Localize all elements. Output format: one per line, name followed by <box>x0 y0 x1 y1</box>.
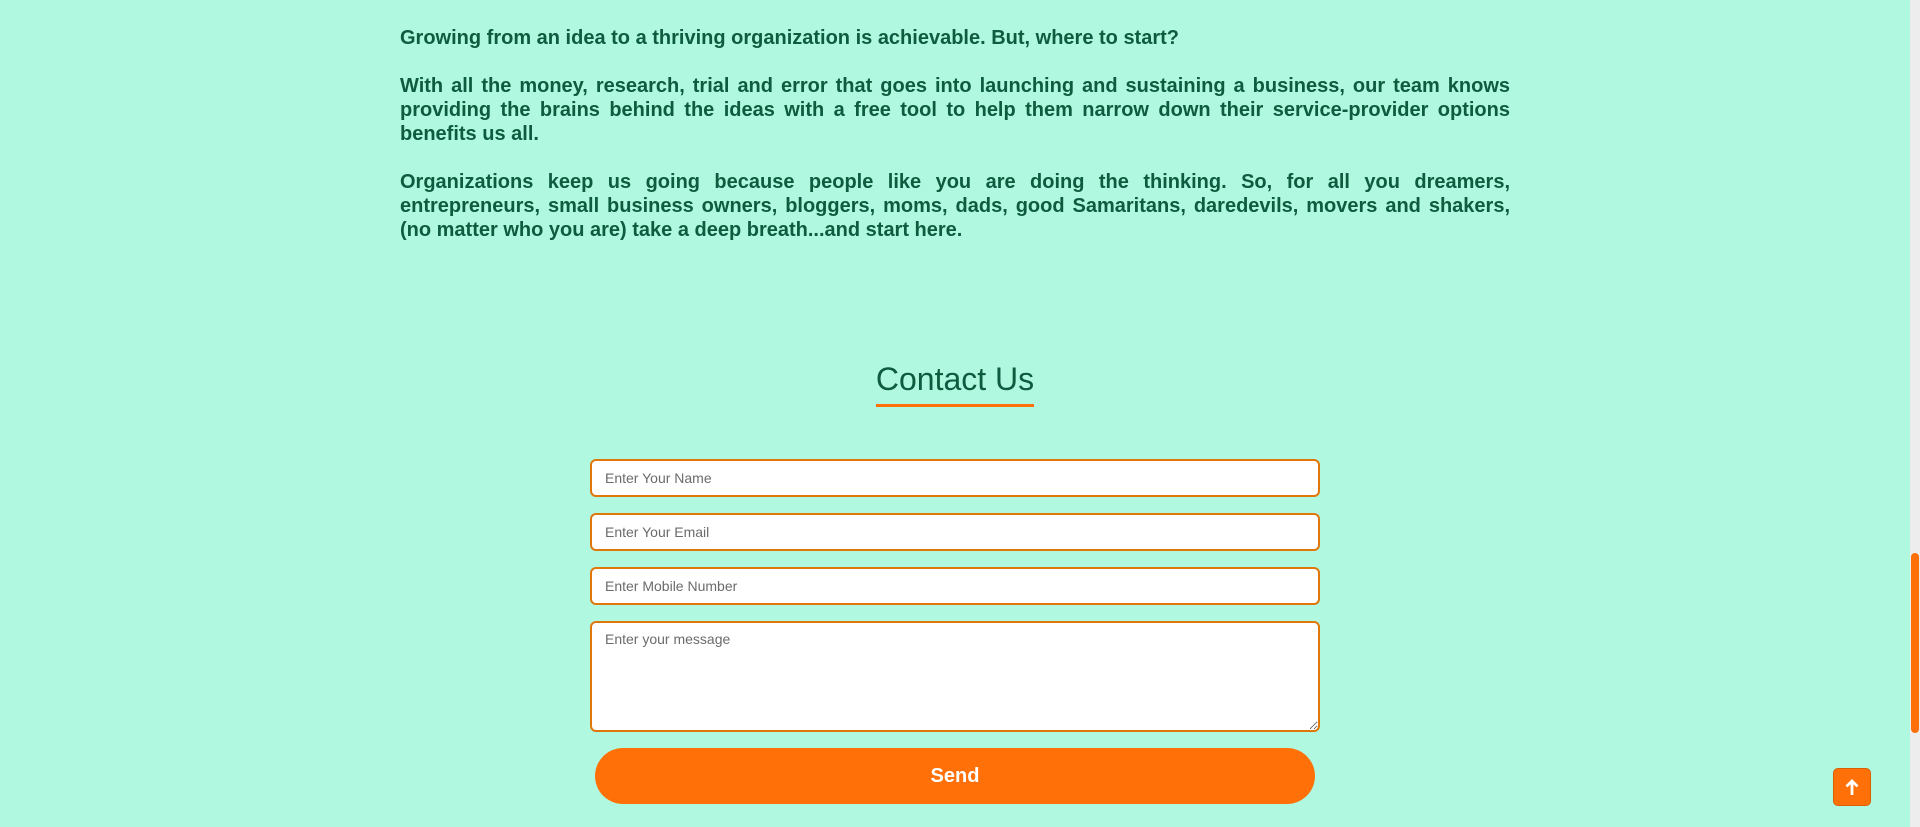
contact-title: Contact Us <box>875 360 1035 407</box>
message-textarea[interactable] <box>590 621 1320 732</box>
contact-form: Send <box>590 459 1320 804</box>
page-scrollbar[interactable] <box>1910 0 1920 827</box>
about-paragraph-1: Growing from an idea to a thriving organ… <box>400 27 1180 49</box>
name-input[interactable] <box>590 459 1320 497</box>
arrow-up-icon <box>1845 779 1859 795</box>
email-input[interactable] <box>590 513 1320 551</box>
about-section: Growing from an idea to a thriving organ… <box>400 26 1510 266</box>
contact-heading: Contact Us <box>0 360 1910 407</box>
page: Growing from an idea to a thriving organ… <box>0 0 1920 827</box>
scrollbar-thumb[interactable] <box>1911 553 1919 733</box>
send-button[interactable]: Send <box>595 748 1315 804</box>
mobile-input[interactable] <box>590 567 1320 605</box>
about-paragraph-2: With all the money, research, trial and … <box>400 75 1510 145</box>
scroll-to-top-button[interactable] <box>1833 768 1871 806</box>
about-paragraph-3: Organizations keep us going because peop… <box>400 171 1510 241</box>
